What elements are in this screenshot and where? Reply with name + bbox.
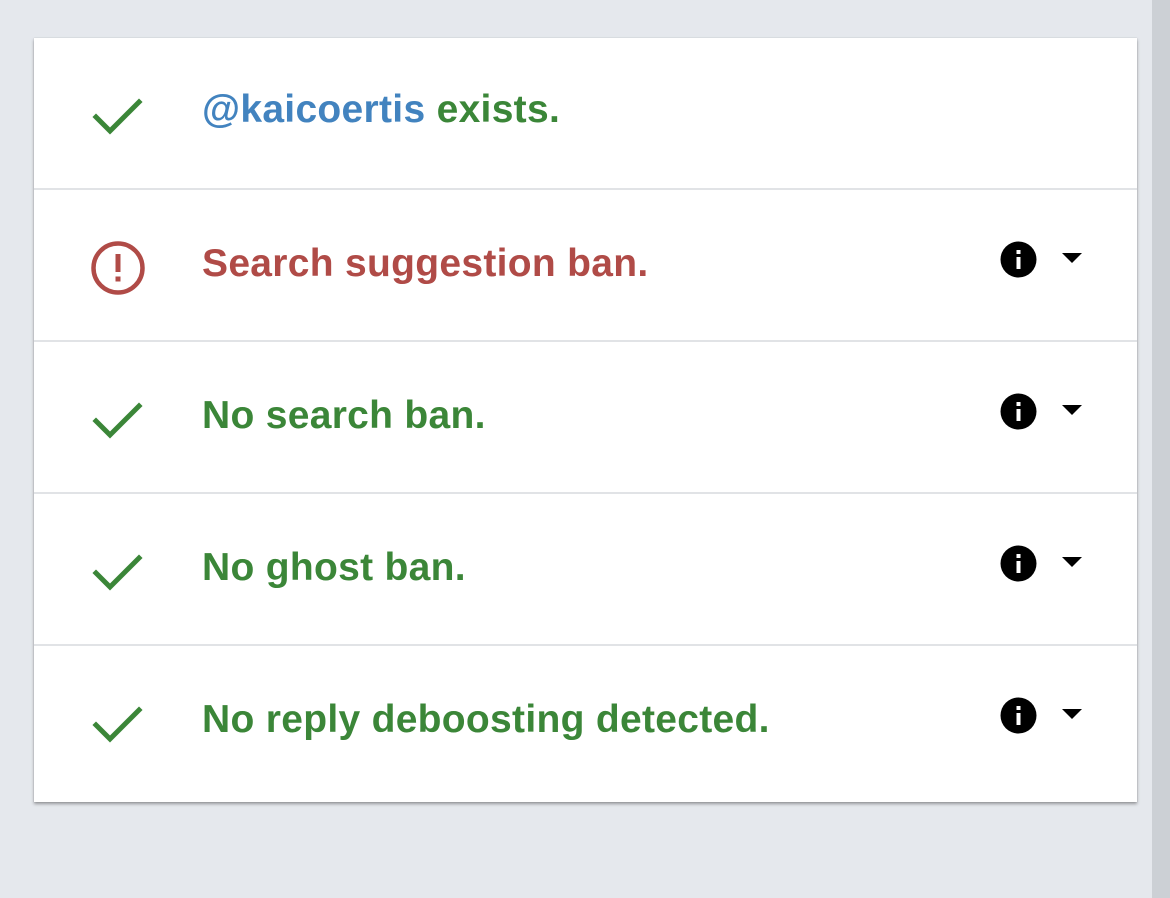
info-icon[interactable] xyxy=(1000,697,1037,734)
result-label: No reply deboosting detected. xyxy=(202,698,770,741)
alert-circle-icon xyxy=(90,240,146,296)
result-text: @kaicoertis exists. xyxy=(202,84,560,136)
result-label: No search ban. xyxy=(202,394,486,437)
caret-down-icon[interactable] xyxy=(1062,405,1082,416)
info-icon[interactable] xyxy=(1000,393,1037,430)
info-icon[interactable] xyxy=(1000,241,1037,278)
result-label: exists. xyxy=(425,88,561,131)
check-icon xyxy=(90,392,146,448)
result-row-search-ban[interactable]: No search ban. xyxy=(34,342,1137,494)
check-icon xyxy=(90,696,146,752)
check-icon xyxy=(90,88,146,144)
caret-down-icon[interactable] xyxy=(1062,709,1082,720)
page-edge xyxy=(1152,0,1170,898)
caret-down-icon[interactable] xyxy=(1062,557,1082,568)
result-row-reply-deboosting[interactable]: No reply deboosting detected. xyxy=(34,646,1137,800)
check-icon xyxy=(90,544,146,600)
result-row-exists: @kaicoertis exists. xyxy=(34,38,1137,190)
username-handle[interactable]: @kaicoertis xyxy=(202,88,425,131)
result-row-ghost-ban[interactable]: No ghost ban. xyxy=(34,494,1137,646)
info-icon[interactable] xyxy=(1000,545,1037,582)
result-label: Search suggestion ban. xyxy=(202,242,649,285)
result-row-search-suggestion-ban[interactable]: Search suggestion ban. xyxy=(34,190,1137,342)
result-label: No ghost ban. xyxy=(202,546,466,589)
results-card: @kaicoertis exists. Search suggestion ba… xyxy=(34,38,1137,802)
caret-down-icon[interactable] xyxy=(1062,253,1082,264)
